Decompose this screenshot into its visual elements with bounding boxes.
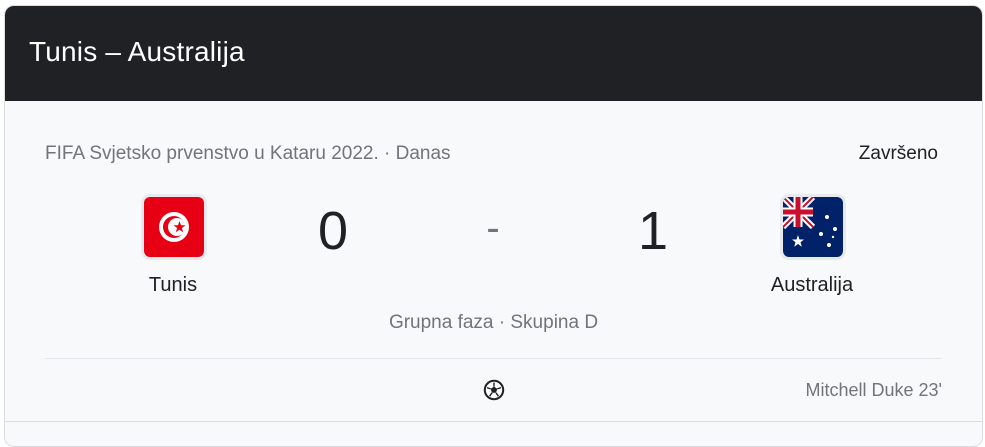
match-stage: Grupna faza · Skupina D — [388, 312, 599, 333]
australia-flag-icon[interactable] — [783, 197, 843, 257]
home-score: 0 — [317, 201, 349, 261]
bottom-divider — [5, 421, 982, 422]
away-score: 1 — [637, 201, 669, 261]
match-status: Završeno — [858, 143, 938, 164]
competition-info: FIFA Svjetsko prvenstvo u Kataru 2022. ·… — [45, 143, 451, 164]
away-team-name[interactable]: Australija — [712, 274, 912, 297]
soccer-ball-icon — [483, 379, 505, 401]
match-card: Tunis – Australija FIFA Svjetsko prvenst… — [4, 5, 983, 447]
divider — [45, 358, 942, 359]
match-header: Tunis – Australija — [5, 6, 982, 101]
match-title: Tunis – Australija — [29, 36, 245, 67]
home-team-name[interactable]: Tunis — [73, 274, 273, 297]
goal-scorer[interactable]: Mitchell Duke 23' — [806, 380, 943, 401]
tunisia-flag-icon[interactable] — [144, 197, 204, 257]
score-separator: - — [486, 206, 500, 250]
